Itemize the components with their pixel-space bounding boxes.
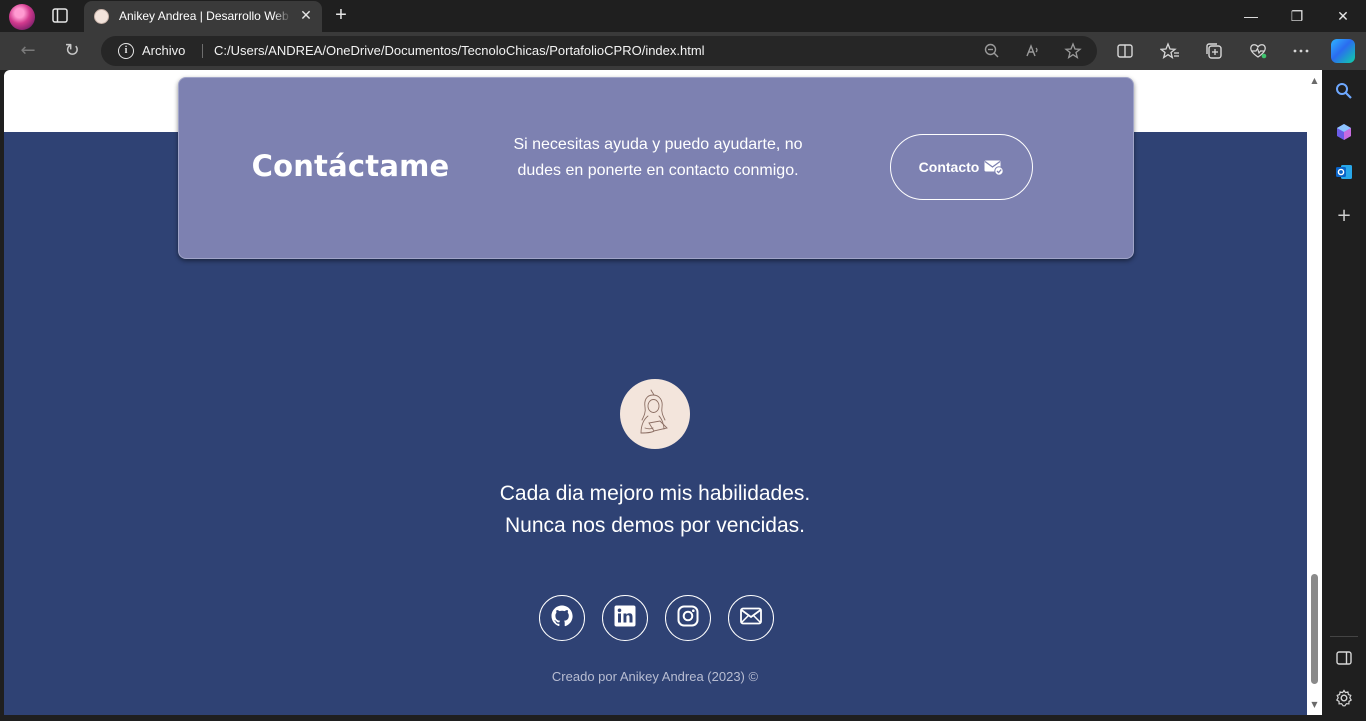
collections-icon[interactable] bbox=[1204, 41, 1224, 61]
linkedin-link[interactable] bbox=[602, 595, 648, 641]
page-scrollbar[interactable]: ▲ ▼ bbox=[1307, 70, 1322, 715]
linkedin-icon bbox=[613, 604, 637, 632]
new-tab-button[interactable]: + bbox=[331, 5, 351, 26]
outlook-icon[interactable] bbox=[1334, 162, 1354, 182]
tab-actions-icon[interactable] bbox=[50, 7, 70, 25]
restore-button[interactable]: ❐ bbox=[1282, 4, 1312, 28]
split-screen-icon[interactable] bbox=[1115, 41, 1135, 61]
mail-icon bbox=[739, 604, 763, 632]
sidebar-divider bbox=[1330, 636, 1358, 637]
performance-icon[interactable] bbox=[1248, 41, 1268, 61]
contact-title: Contáctame bbox=[251, 149, 450, 183]
title-bar: Anikey Andrea | Desarrollo Web Frontend … bbox=[0, 0, 1366, 32]
footer-credit: Creado por Anikey Andrea (2023) © bbox=[551, 669, 759, 684]
scroll-thumb[interactable] bbox=[1311, 574, 1318, 684]
page-viewport: Contáctame Si necesitas ayuda y puedo ay… bbox=[4, 70, 1307, 715]
github-link[interactable] bbox=[539, 595, 585, 641]
active-tab[interactable]: Anikey Andrea | Desarrollo Web Frontend … bbox=[84, 1, 322, 32]
tagline-line-1: Cada dia mejoro mis habilidades. bbox=[499, 482, 811, 505]
site-label: Archivo bbox=[142, 43, 186, 58]
contact-button-label: Contacto bbox=[918, 159, 980, 175]
contact-button[interactable]: Contacto bbox=[890, 134, 1033, 200]
scroll-down-icon[interactable]: ▼ bbox=[1310, 700, 1319, 709]
url-text[interactable]: C:/Users/ANDREA/OneDrive/Documentos/Tecn… bbox=[214, 43, 705, 58]
profile-illustration bbox=[620, 379, 690, 449]
instagram-link[interactable] bbox=[665, 595, 711, 641]
more-icon[interactable] bbox=[1291, 41, 1311, 61]
back-button[interactable]: ← bbox=[17, 40, 39, 62]
address-bar[interactable]: i Archivo C:/Users/ANDREA/OneDrive/Docum… bbox=[101, 36, 1097, 66]
address-divider bbox=[202, 44, 203, 58]
refresh-button[interactable]: ↻ bbox=[61, 40, 83, 62]
envelope-check-icon bbox=[984, 159, 1005, 176]
tab-favicon-icon bbox=[94, 9, 109, 24]
copilot-icon[interactable] bbox=[1331, 39, 1355, 63]
browser-sidebar: + bbox=[1322, 70, 1366, 721]
tab-title: Anikey Andrea | Desarrollo Web Frontend bbox=[119, 9, 291, 25]
zoom-out-icon[interactable] bbox=[983, 42, 1001, 60]
favorites-icon[interactable] bbox=[1159, 41, 1180, 61]
instagram-icon bbox=[676, 604, 700, 632]
sidebar-toggle-icon[interactable] bbox=[1334, 648, 1354, 668]
tab-close-icon[interactable]: ✕ bbox=[299, 9, 313, 23]
tagline-line-2: Nunca nos demos por vencidas. bbox=[505, 514, 805, 537]
site-info-icon[interactable]: i bbox=[118, 43, 134, 59]
copilot-app-icon[interactable] bbox=[1334, 122, 1354, 142]
minimize-button[interactable]: — bbox=[1236, 4, 1266, 28]
contact-description: Si necesitas ayuda y puedo ayudarte, no … bbox=[513, 136, 803, 179]
browser-toolbar: ← ↻ i Archivo C:/Users/ANDREA/OneDrive/D… bbox=[0, 32, 1366, 70]
mail-link[interactable] bbox=[728, 595, 774, 641]
favorite-star-icon[interactable] bbox=[1064, 42, 1082, 60]
footer-tagline: Cada dia mejoro mis habilidades. Nunca n… bbox=[355, 478, 955, 542]
window-close-button[interactable]: ✕ bbox=[1328, 4, 1358, 28]
settings-icon[interactable] bbox=[1334, 688, 1354, 708]
contact-card: Contáctame Si necesitas ayuda y puedo ay… bbox=[178, 77, 1134, 259]
search-icon[interactable] bbox=[1334, 81, 1354, 101]
scroll-up-icon[interactable]: ▲ bbox=[1310, 76, 1319, 85]
github-icon bbox=[550, 604, 574, 632]
add-icon[interactable]: + bbox=[1334, 206, 1354, 226]
profile-avatar[interactable] bbox=[9, 4, 35, 30]
read-aloud-icon[interactable] bbox=[1024, 42, 1042, 60]
